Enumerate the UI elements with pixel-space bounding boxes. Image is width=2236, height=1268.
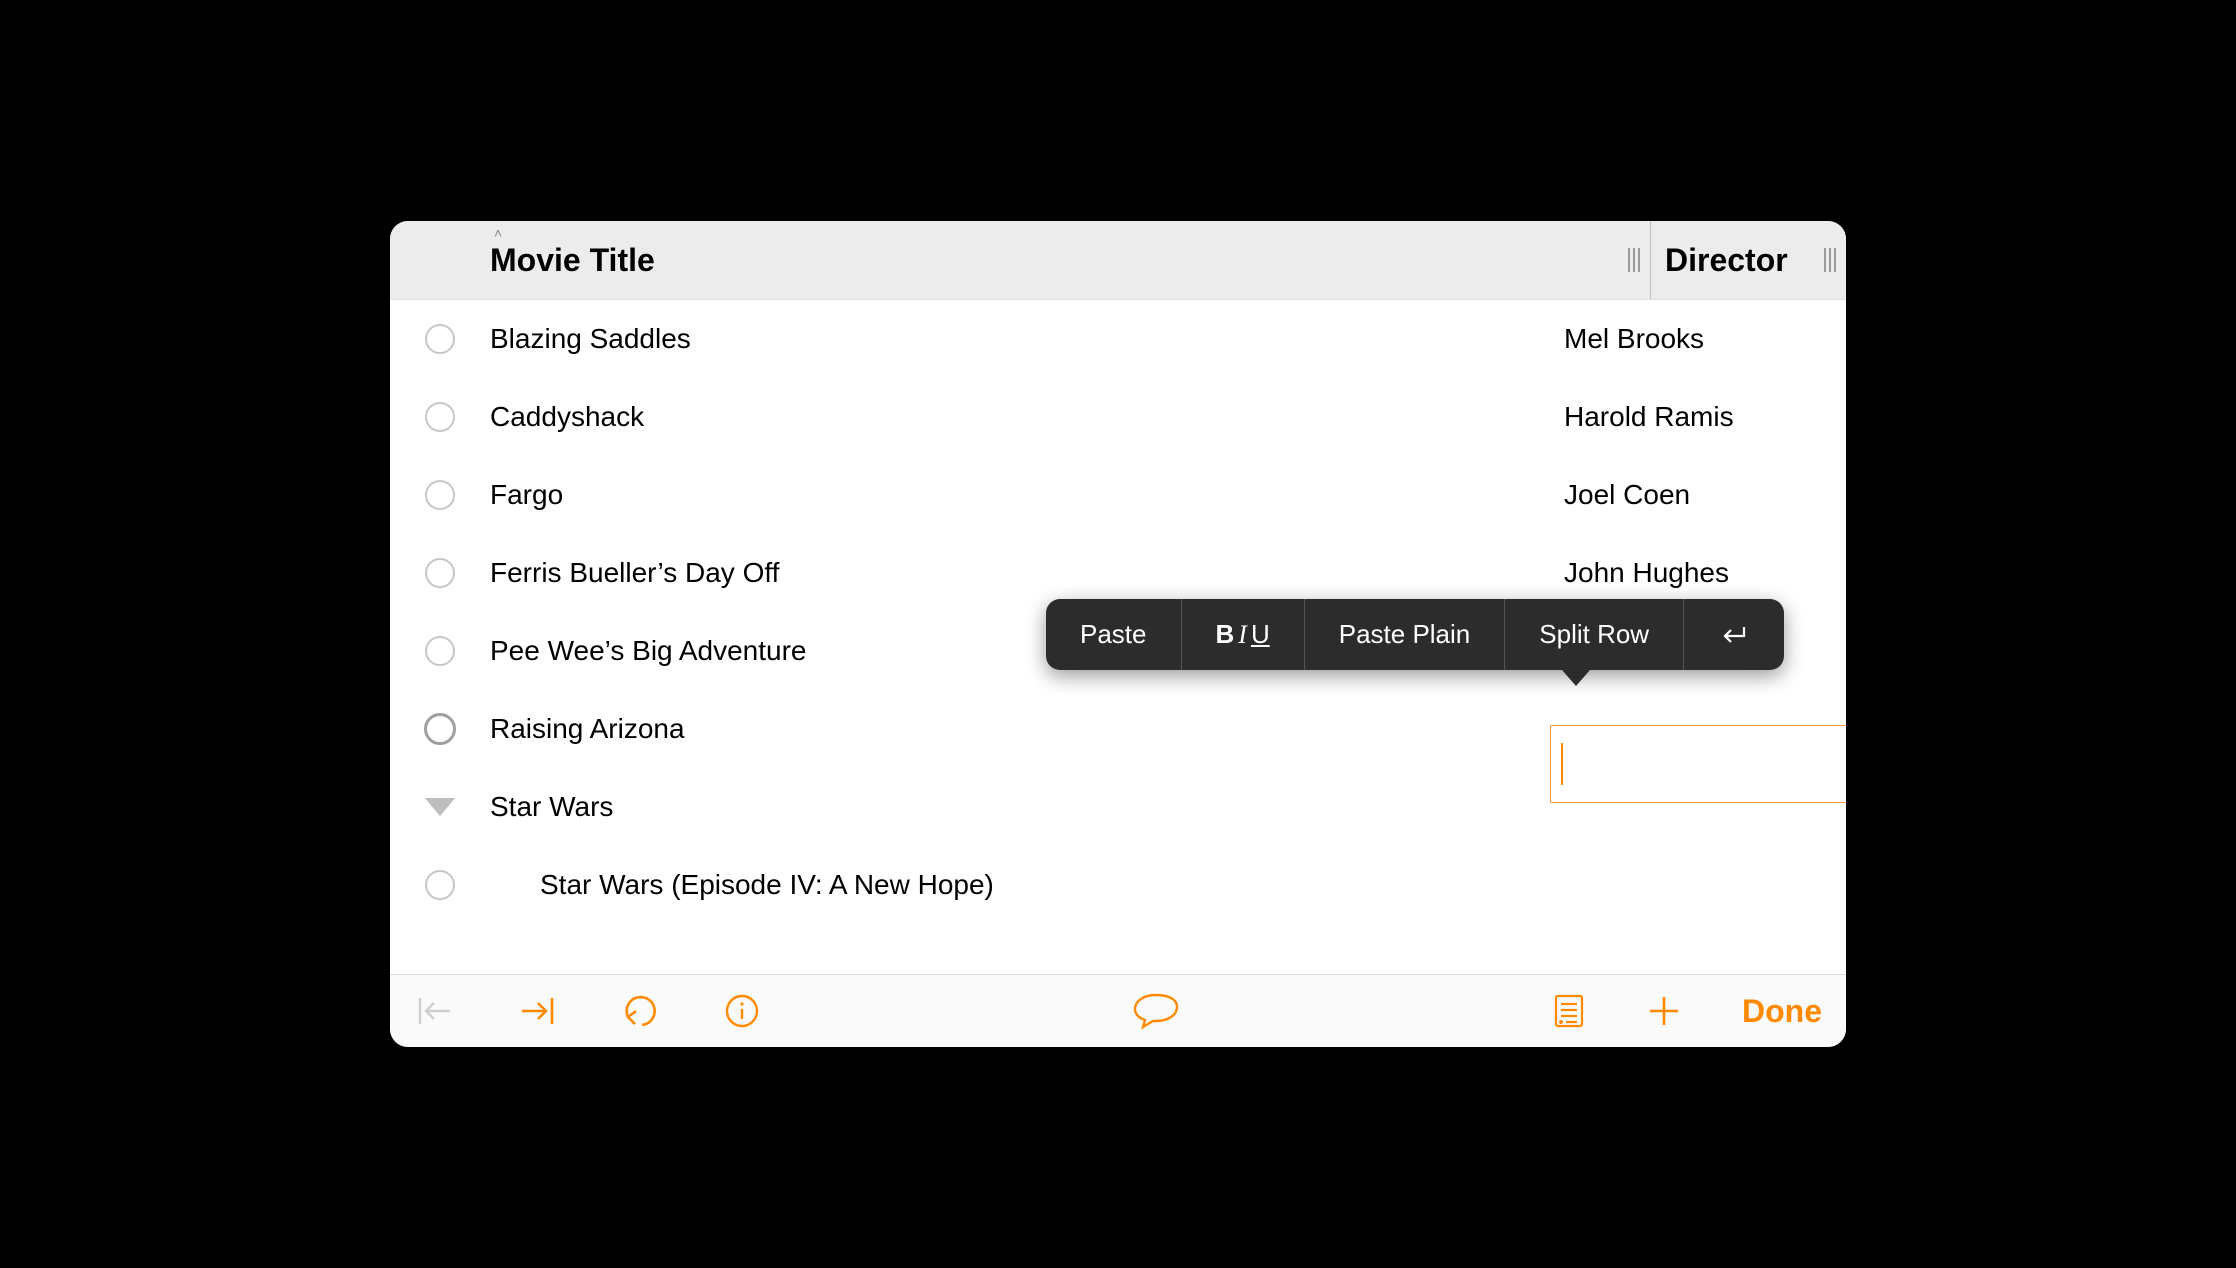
bullet-icon <box>425 558 455 588</box>
plus-icon <box>1646 993 1682 1029</box>
info-button[interactable] <box>724 993 760 1029</box>
menu-text-style[interactable]: BIU <box>1182 599 1305 670</box>
done-button[interactable]: Done <box>1742 993 1822 1030</box>
app-window: ˄ Movie Title Director Blazing Saddles M… <box>390 221 1846 1047</box>
row-handle[interactable] <box>390 324 490 354</box>
italic-icon: I <box>1238 620 1247 650</box>
bullet-icon <box>424 713 456 745</box>
menu-paste[interactable]: Paste <box>1046 599 1182 670</box>
bullet-icon <box>425 480 455 510</box>
comment-button[interactable] <box>1130 991 1182 1031</box>
column-header-title-label: Movie Title <box>490 242 655 279</box>
sort-indicator-icon: ˄ <box>494 225 502 241</box>
outline-row[interactable]: Blazing Saddles Mel Brooks <box>390 300 1846 378</box>
return-icon <box>1718 623 1750 647</box>
column-header-bar: ˄ Movie Title Director <box>390 221 1846 300</box>
outdent-button[interactable] <box>414 994 456 1028</box>
row-handle[interactable] <box>390 870 490 900</box>
bold-icon: B <box>1216 619 1235 650</box>
row-director-cell[interactable]: Joel Coen <box>1550 479 1846 511</box>
row-handle[interactable] <box>390 636 490 666</box>
row-handle[interactable] <box>390 713 490 745</box>
undo-button[interactable] <box>618 993 664 1029</box>
row-title-cell[interactable]: Raising Arizona <box>490 713 1550 745</box>
row-handle[interactable] <box>390 558 490 588</box>
bullet-icon <box>425 402 455 432</box>
undo-icon <box>618 993 664 1029</box>
row-handle[interactable] <box>390 402 490 432</box>
menu-paste-plain[interactable]: Paste Plain <box>1305 599 1506 670</box>
row-director-cell[interactable]: John Hughes <box>1550 557 1846 589</box>
add-row-button[interactable] <box>1646 993 1682 1029</box>
bullet-icon <box>425 870 455 900</box>
disclosure-triangle-icon[interactable] <box>425 798 455 816</box>
column-header-director[interactable]: Director <box>1650 221 1846 299</box>
indent-icon <box>516 994 558 1028</box>
row-title-cell[interactable]: Ferris Bueller’s Day Off <box>490 557 1550 589</box>
row-title-cell[interactable]: Blazing Saddles <box>490 323 1550 355</box>
column-header-title[interactable]: ˄ Movie Title <box>390 221 1650 299</box>
row-title-cell[interactable]: Star Wars <box>490 791 1550 823</box>
bottom-toolbar: Done <box>390 974 1846 1047</box>
info-icon <box>724 993 760 1029</box>
column-resize-handle[interactable] <box>1824 248 1836 272</box>
editing-cell[interactable] <box>1550 725 1846 803</box>
menu-split-row[interactable]: Split Row <box>1505 599 1684 670</box>
context-menu-popover: Paste BIU Paste Plain Split Row <box>1046 599 1784 670</box>
outline-row[interactable]: Star Wars (Episode IV: A New Hope) <box>390 846 1846 924</box>
row-title-cell[interactable]: Star Wars (Episode IV: A New Hope) <box>490 869 1550 901</box>
outline-row[interactable]: Raising Arizona <box>390 690 1846 768</box>
row-handle[interactable] <box>390 480 490 510</box>
row-director-cell[interactable]: Mel Brooks <box>1550 323 1846 355</box>
outline-row[interactable]: Caddyshack Harold Ramis <box>390 378 1846 456</box>
comment-icon <box>1130 991 1182 1031</box>
row-director-cell[interactable]: Harold Ramis <box>1550 401 1846 433</box>
note-icon <box>1552 992 1586 1030</box>
column-resize-handle[interactable] <box>1628 248 1640 272</box>
row-title-cell[interactable]: Caddyshack <box>490 401 1550 433</box>
indent-button[interactable] <box>516 994 558 1028</box>
row-title-cell[interactable]: Fargo <box>490 479 1550 511</box>
outline-row[interactable]: Fargo Joel Coen <box>390 456 1846 534</box>
column-header-director-label: Director <box>1665 242 1788 279</box>
underline-icon: U <box>1251 619 1270 650</box>
menu-return[interactable] <box>1684 599 1784 670</box>
row-handle[interactable] <box>390 798 490 816</box>
text-caret <box>1561 743 1563 785</box>
bullet-icon <box>425 324 455 354</box>
bullet-icon <box>425 636 455 666</box>
outdent-icon <box>414 994 456 1028</box>
note-button[interactable] <box>1552 992 1586 1030</box>
